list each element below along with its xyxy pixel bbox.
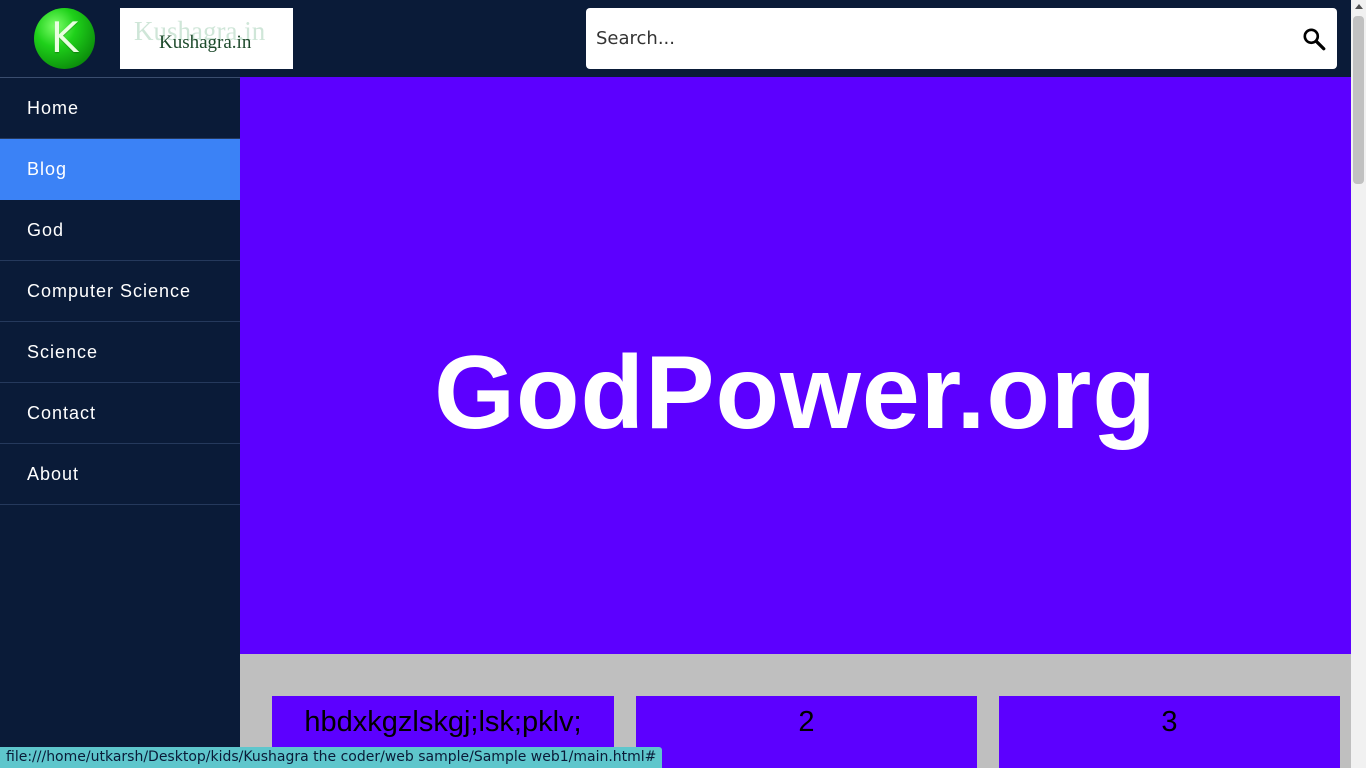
search-input[interactable] xyxy=(586,8,1276,69)
sidebar-item-god[interactable]: God xyxy=(0,200,240,261)
site-header: K Kushagra.in Kushagra.in xyxy=(0,0,1351,77)
card-text: 2 xyxy=(798,706,815,738)
search-button[interactable] xyxy=(1301,26,1327,52)
content-card-3: 3 xyxy=(999,696,1340,768)
sidebar-item-home[interactable]: Home xyxy=(0,78,240,139)
scrollbar-thumb[interactable] xyxy=(1353,16,1364,184)
card-text: hbdxkgzlskgj;lsk;pklv; xyxy=(304,706,582,738)
hero-banner: GodPower.org xyxy=(240,77,1351,654)
sidebar-item-about[interactable]: About xyxy=(0,444,240,505)
scroll-up-arrow-icon[interactable] xyxy=(1355,4,1363,9)
sidebar-item-computer-science[interactable]: Computer Science xyxy=(0,261,240,322)
site-logo-icon[interactable]: K xyxy=(34,8,95,69)
logo-letter: K xyxy=(50,12,79,62)
site-logo-banner[interactable]: Kushagra.in Kushagra.in xyxy=(120,8,293,69)
sidebar-item-science[interactable]: Science xyxy=(0,322,240,383)
page-scrollbar[interactable] xyxy=(1351,0,1366,768)
search-bar xyxy=(586,8,1337,69)
sidebar-nav: Home Blog God Computer Science Science C… xyxy=(0,77,240,768)
card-text: 3 xyxy=(1161,706,1178,738)
sidebar-item-contact[interactable]: Contact xyxy=(0,383,240,444)
browser-status-url: file:///home/utkarsh/Desktop/kids/Kushag… xyxy=(0,747,663,768)
sidebar-item-blog[interactable]: Blog xyxy=(0,139,240,200)
hero-title: GodPower.org xyxy=(434,335,1157,451)
search-icon xyxy=(1303,28,1326,51)
logo-banner-text: Kushagra.in xyxy=(159,32,252,53)
content-card-2: 2 xyxy=(636,696,977,768)
